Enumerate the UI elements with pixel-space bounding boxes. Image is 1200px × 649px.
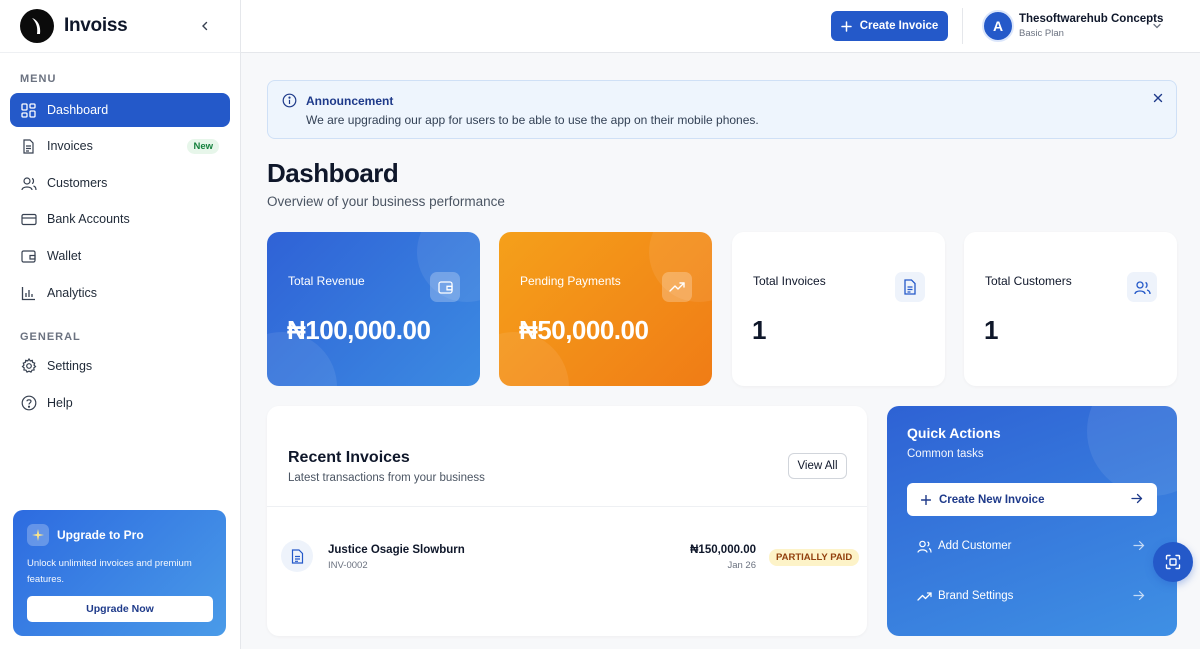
sidebar-item-dashboard[interactable]: Dashboard — [10, 93, 230, 127]
brand-settings-button[interactable]: Brand Settings — [907, 581, 1157, 611]
help-icon — [20, 395, 37, 412]
stat-value: ₦50,000.00 — [519, 315, 649, 345]
stat-value: ₦100,000.00 — [287, 315, 431, 345]
view-all-button[interactable]: View All — [788, 453, 847, 479]
floating-action-button[interactable] — [1153, 542, 1193, 582]
trend-up-icon — [917, 591, 932, 602]
gear-icon — [20, 358, 37, 375]
chevron-down-icon[interactable] — [1152, 18, 1162, 36]
scan-icon — [1165, 554, 1181, 570]
dashboard-icon — [20, 102, 37, 119]
arrow-right-icon — [1133, 540, 1145, 554]
upgrade-title: Upgrade to Pro — [57, 528, 144, 542]
users-icon — [1127, 272, 1157, 302]
logo-icon[interactable] — [20, 9, 54, 43]
sidebar-item-label: Wallet — [47, 249, 82, 263]
create-invoice-label: Create Invoice — [859, 20, 939, 32]
sidebar-item-label: Help — [47, 396, 73, 410]
upgrade-text: Unlock unlimited invoices and premium fe… — [27, 558, 192, 585]
announcement-banner: Announcement We are upgrading our app fo… — [267, 80, 1177, 139]
avatar[interactable]: A — [982, 10, 1014, 42]
sidebar-item-analytics[interactable]: Analytics — [10, 276, 230, 310]
sidebar-item-label: Bank Accounts — [47, 212, 130, 226]
credit-card-icon — [20, 211, 37, 228]
users-icon — [20, 175, 37, 192]
arrow-right-icon — [1131, 493, 1143, 507]
invoice-date: Jan 26 — [727, 560, 756, 571]
topbar: Create Invoice A Thesoftwarehub Concepts… — [241, 0, 1200, 53]
announcement-title: Announcement — [306, 94, 394, 108]
document-icon — [895, 272, 925, 302]
stat-value: 1 — [984, 315, 998, 345]
info-icon — [282, 93, 297, 113]
app-name: Invoiss — [64, 15, 128, 36]
invoice-number: INV-0002 — [328, 560, 368, 571]
invoice-customer: Justice Osagie Slowburn — [328, 544, 465, 556]
sidebar-item-settings[interactable]: Settings — [10, 349, 230, 383]
stat-label: Pending Payments — [520, 274, 621, 288]
sidebar: Invoiss MENU Dashboard Invoices New Cust… — [0, 0, 241, 649]
add-customer-label: Add Customer — [938, 540, 1012, 552]
brand-settings-label: Brand Settings — [938, 590, 1014, 602]
recent-invoices-subtitle: Latest transactions from your business — [288, 472, 485, 484]
quick-actions-title: Quick Actions — [907, 425, 1001, 441]
quick-actions-panel: Quick Actions Common tasks Create New In… — [887, 406, 1177, 636]
recent-invoices-panel: Recent Invoices Latest transactions from… — [267, 406, 867, 636]
bar-chart-icon — [20, 285, 37, 302]
new-badge: New — [187, 139, 219, 154]
upgrade-card: Upgrade to Pro Unlock unlimited invoices… — [13, 510, 226, 636]
stat-value: 1 — [752, 315, 766, 345]
plus-icon — [921, 494, 931, 505]
add-customer-button[interactable]: Add Customer — [907, 531, 1157, 561]
quick-actions-subtitle: Common tasks — [907, 448, 984, 460]
stat-label: Total Invoices — [753, 274, 826, 288]
announcement-text: We are upgrading our app for users to be… — [306, 113, 759, 127]
sidebar-item-invoices[interactable]: Invoices New — [10, 129, 230, 163]
sidebar-item-label: Settings — [47, 359, 93, 373]
create-invoice-button[interactable]: Create Invoice — [831, 11, 948, 41]
total-revenue-card: Total Revenue ₦100,000.00 — [267, 232, 480, 386]
sidebar-item-customers[interactable]: Customers — [10, 166, 230, 200]
sparkle-icon — [27, 524, 49, 546]
menu-section-label: MENU — [20, 73, 57, 85]
invoice-amount: ₦150,000.00 — [690, 544, 756, 556]
arrow-right-icon — [1133, 590, 1145, 604]
document-icon — [20, 138, 37, 155]
general-section-label: GENERAL — [20, 331, 81, 343]
total-customers-card: Total Customers 1 — [964, 232, 1177, 386]
sidebar-item-label: Dashboard — [47, 103, 109, 117]
sidebar-item-bank-accounts[interactable]: Bank Accounts — [10, 202, 230, 236]
sidebar-item-label: Customers — [47, 176, 108, 190]
sidebar-item-label: Invoices — [47, 139, 93, 153]
collapse-sidebar-icon[interactable] — [196, 17, 214, 35]
stat-label: Total Customers — [985, 274, 1072, 288]
upgrade-now-button[interactable]: Upgrade Now — [27, 596, 213, 622]
stat-label: Total Revenue — [288, 274, 365, 288]
create-new-invoice-label: Create New Invoice — [939, 493, 1045, 506]
close-icon[interactable] — [1152, 91, 1166, 105]
topbar-divider — [962, 8, 963, 44]
brand: Invoiss — [0, 0, 240, 53]
create-new-invoice-button[interactable]: Create New Invoice — [907, 483, 1157, 516]
wallet-icon — [430, 272, 460, 302]
wallet-icon — [20, 248, 37, 265]
page-subtitle: Overview of your business performance — [267, 194, 505, 209]
trend-up-icon — [662, 272, 692, 302]
pending-payments-card: Pending Payments ₦50,000.00 — [499, 232, 712, 386]
document-icon — [281, 540, 313, 572]
recent-invoices-title: Recent Invoices — [288, 449, 410, 466]
sidebar-item-help[interactable]: Help — [10, 386, 230, 420]
user-add-icon — [917, 540, 932, 553]
total-invoices-card: Total Invoices 1 — [732, 232, 945, 386]
plus-icon — [840, 20, 852, 32]
status-badge: PARTIALLY PAID — [769, 549, 860, 566]
sidebar-item-label: Analytics — [47, 286, 98, 300]
account-plan: Basic Plan — [1019, 28, 1064, 39]
divider — [267, 506, 867, 507]
page-title: Dashboard — [267, 158, 399, 188]
account-name[interactable]: Thesoftwarehub Concepts — [1019, 13, 1163, 25]
sidebar-item-wallet[interactable]: Wallet — [10, 239, 230, 273]
